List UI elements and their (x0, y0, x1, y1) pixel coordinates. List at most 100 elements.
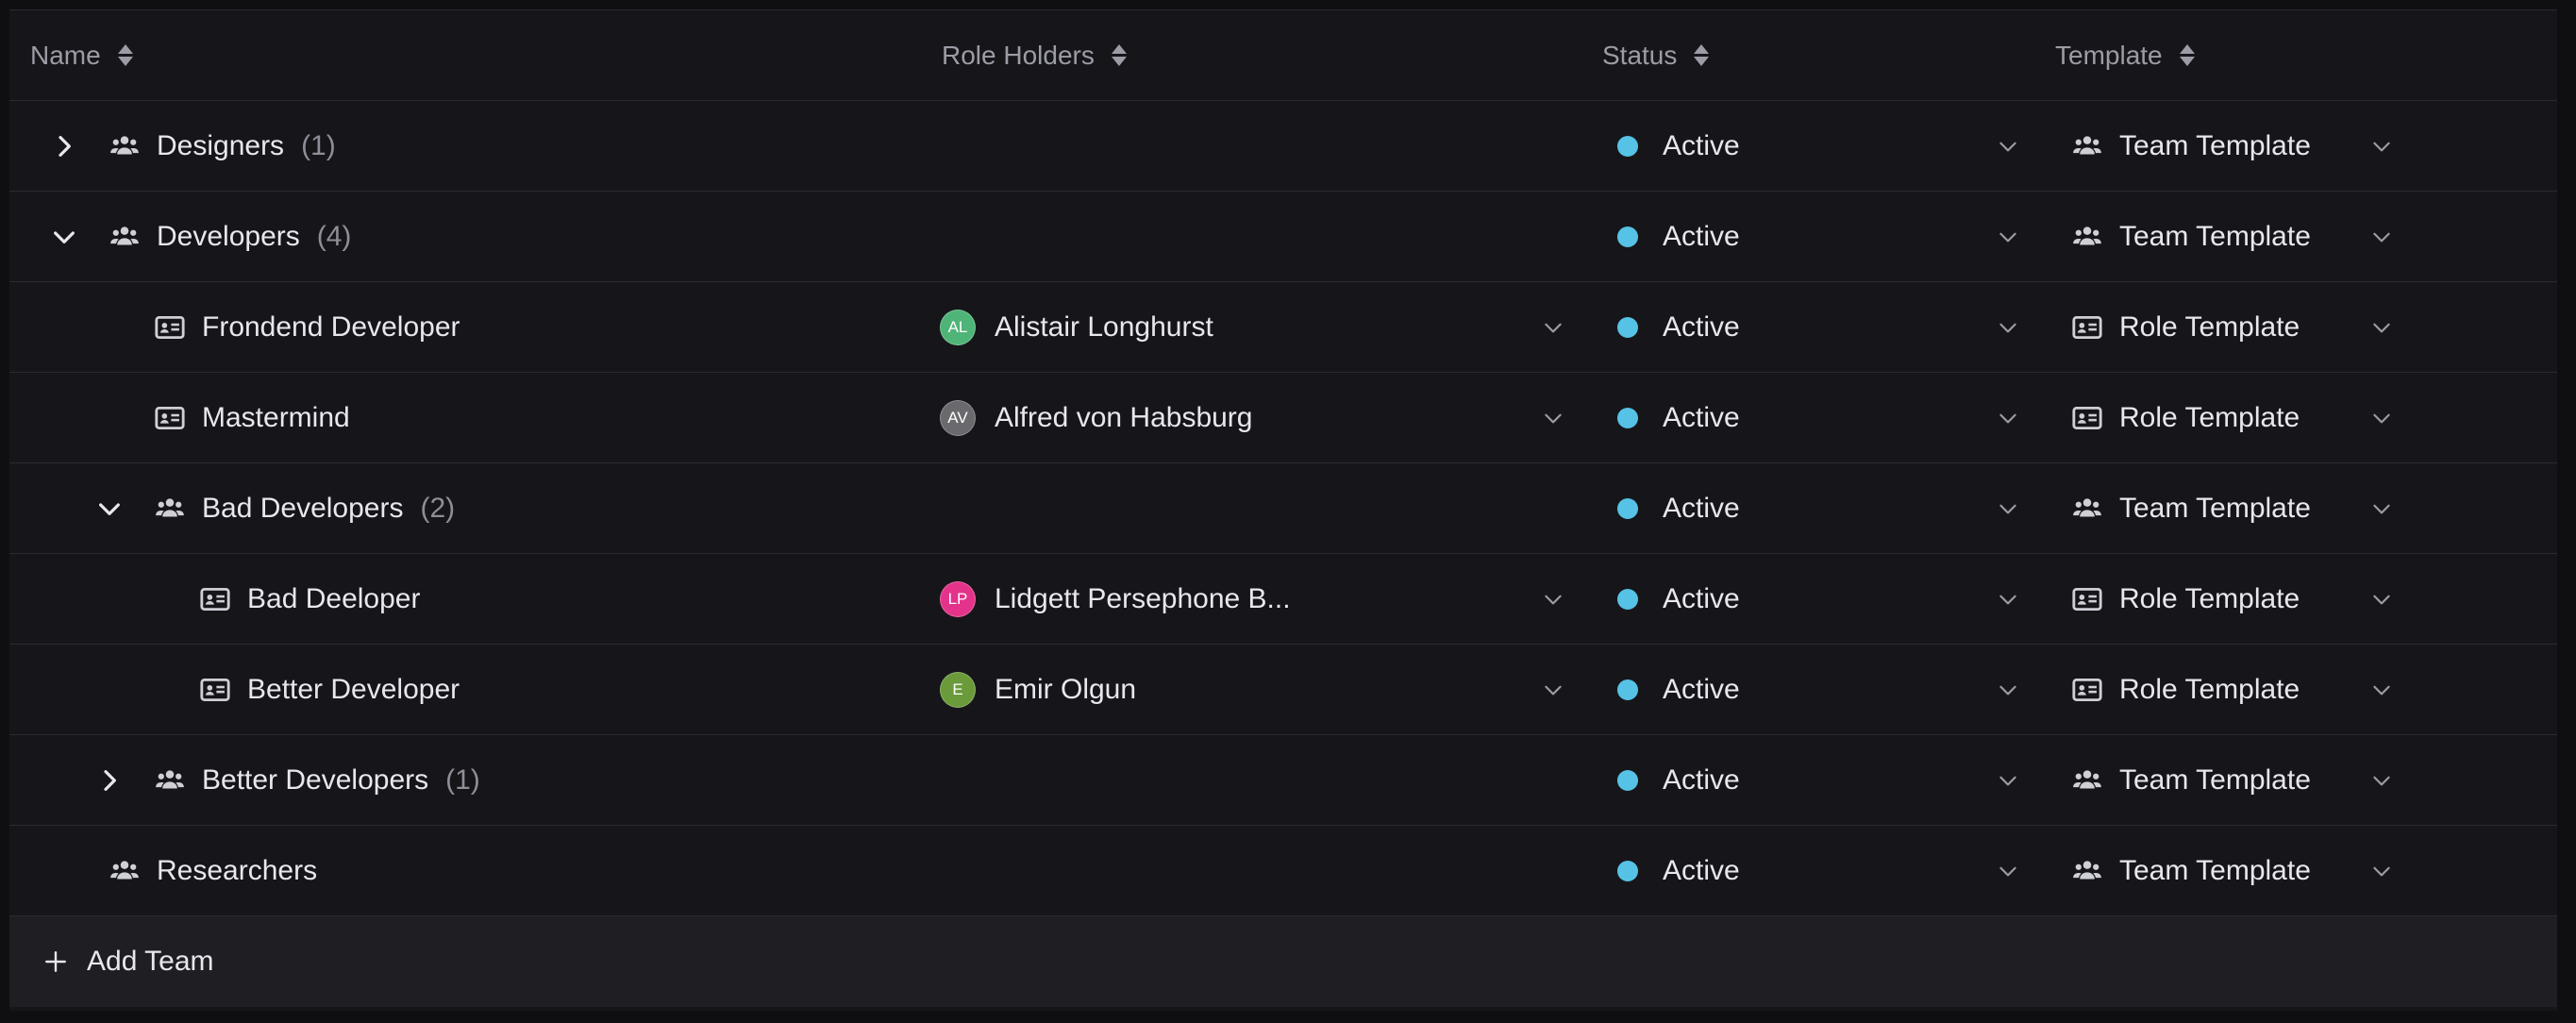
chevron-down-icon[interactable] (1989, 101, 2027, 192)
chevron-down-icon[interactable] (2363, 463, 2400, 554)
table-row[interactable]: Better Developers (1) Active Team Templa… (9, 735, 2557, 826)
chevron-down-icon[interactable] (1989, 282, 2027, 373)
table-row[interactable]: Designers (1) Active Team Template (9, 101, 2557, 192)
chevron-down-icon[interactable] (91, 463, 128, 554)
chevron-down-icon[interactable] (1989, 463, 2027, 554)
status-cell[interactable]: Active (1614, 463, 1740, 554)
chevron-down-icon[interactable] (2363, 554, 2400, 645)
avatar: AV (940, 400, 976, 436)
id-card-icon (2070, 582, 2104, 616)
status-cell[interactable]: Active (1614, 101, 1740, 192)
template-cell[interactable]: Role Template (2070, 554, 2300, 645)
id-card-icon (198, 673, 232, 707)
team-icon (108, 854, 142, 888)
template-cell[interactable]: Team Template (2070, 826, 2311, 916)
chevron-down-icon[interactable] (1989, 554, 2027, 645)
column-header-status[interactable]: Status (1602, 10, 1710, 101)
team-icon (153, 492, 187, 526)
status-dot (1617, 317, 1638, 338)
chevron-down-icon[interactable] (2363, 373, 2400, 463)
chevron-down-icon[interactable] (2363, 282, 2400, 373)
status-dot (1617, 226, 1638, 247)
id-card-icon (153, 401, 187, 435)
sort-icon[interactable] (1694, 42, 1710, 69)
team-icon (2070, 854, 2104, 888)
status-dot (1617, 498, 1638, 519)
chevron-down-icon[interactable] (2363, 101, 2400, 192)
chevron-down-icon[interactable] (1989, 192, 2027, 282)
status-dot (1617, 408, 1638, 428)
template-cell[interactable]: Team Template (2070, 192, 2311, 282)
chevron-right-icon[interactable] (91, 735, 128, 826)
team-icon (2070, 492, 2104, 526)
chevron-down-icon[interactable] (1989, 735, 2027, 826)
id-card-icon (2070, 310, 2104, 344)
chevron-down-icon[interactable] (2363, 735, 2400, 826)
table-row[interactable]: Frondend Developer AL Alistair Longhurst… (9, 282, 2557, 373)
chevron-down-icon[interactable] (2363, 192, 2400, 282)
status-cell[interactable]: Active (1614, 282, 1740, 373)
avatar: AL (940, 310, 976, 345)
status-dot (1617, 136, 1638, 157)
plus-icon (45, 951, 66, 972)
status-cell[interactable]: Active (1614, 554, 1740, 645)
chevron-down-icon[interactable] (1534, 645, 1572, 735)
table-row[interactable]: Mastermind AV Alfred von Habsburg Active… (9, 373, 2557, 463)
template-cell[interactable]: Team Template (2070, 101, 2311, 192)
table-row[interactable]: Bad Deeloper LP Lidgett Persephone B... … (9, 554, 2557, 645)
team-icon (2070, 220, 2104, 254)
chevron-down-icon[interactable] (1534, 554, 1572, 645)
role-holder-cell[interactable]: E Emir Olgun (940, 645, 1136, 735)
avatar: E (940, 672, 976, 708)
table-row[interactable]: Developers (4) Active Team Template (9, 192, 2557, 282)
status-cell[interactable]: Active (1614, 645, 1740, 735)
chevron-right-icon[interactable] (45, 101, 83, 192)
chevron-down-icon[interactable] (1534, 373, 1572, 463)
status-dot (1617, 679, 1638, 700)
name-cell: Better Developers (1) (153, 735, 480, 826)
column-header-role-holders[interactable]: Role Holders (942, 10, 1127, 101)
status-cell[interactable]: Active (1614, 735, 1740, 826)
role-holder-cell[interactable]: LP Lidgett Persephone B... (940, 554, 1291, 645)
chevron-down-icon[interactable] (2363, 645, 2400, 735)
table-row[interactable]: Researchers Active Team Template (9, 826, 2557, 916)
table-header: Name Role Holders Status Template (9, 10, 2557, 101)
name-cell: Bad Deeloper (198, 554, 420, 645)
chevron-down-icon[interactable] (1989, 645, 2027, 735)
status-cell[interactable]: Active (1614, 826, 1740, 916)
sort-icon[interactable] (2179, 42, 2195, 69)
chevron-down-icon[interactable] (2363, 826, 2400, 916)
status-cell[interactable]: Active (1614, 373, 1740, 463)
role-holder-cell[interactable]: AL Alistair Longhurst (940, 282, 1213, 373)
template-cell[interactable]: Role Template (2070, 282, 2300, 373)
chevron-down-icon[interactable] (1989, 373, 2027, 463)
template-cell[interactable]: Team Template (2070, 735, 2311, 826)
id-card-icon (198, 582, 232, 616)
template-cell[interactable]: Team Template (2070, 463, 2311, 554)
status-dot (1617, 589, 1638, 610)
avatar: LP (940, 581, 976, 617)
table-row[interactable]: Bad Developers (2) Active Team Template (9, 463, 2557, 554)
teams-table: Name Role Holders Status Template Design… (9, 9, 2557, 1011)
sort-icon[interactable] (1111, 42, 1127, 69)
status-cell[interactable]: Active (1614, 192, 1740, 282)
team-icon (2070, 763, 2104, 797)
status-dot (1617, 770, 1638, 791)
add-team-button[interactable]: Add Team (9, 916, 2557, 1007)
id-card-icon (2070, 401, 2104, 435)
table-row[interactable]: Better Developer E Emir Olgun Active Rol… (9, 645, 2557, 735)
column-header-name[interactable]: Name (30, 10, 133, 101)
chevron-down-icon[interactable] (1989, 826, 2027, 916)
template-cell[interactable]: Role Template (2070, 373, 2300, 463)
chevron-down-icon[interactable] (45, 192, 83, 282)
column-header-template[interactable]: Template (2055, 10, 2195, 101)
id-card-icon (153, 310, 187, 344)
name-cell: Mastermind (153, 373, 350, 463)
chevron-down-icon[interactable] (1534, 282, 1572, 373)
team-icon (153, 763, 187, 797)
name-cell: Frondend Developer (153, 282, 460, 373)
role-holder-cell[interactable]: AV Alfred von Habsburg (940, 373, 1253, 463)
template-cell[interactable]: Role Template (2070, 645, 2300, 735)
status-dot (1617, 861, 1638, 881)
sort-icon[interactable] (117, 42, 133, 69)
